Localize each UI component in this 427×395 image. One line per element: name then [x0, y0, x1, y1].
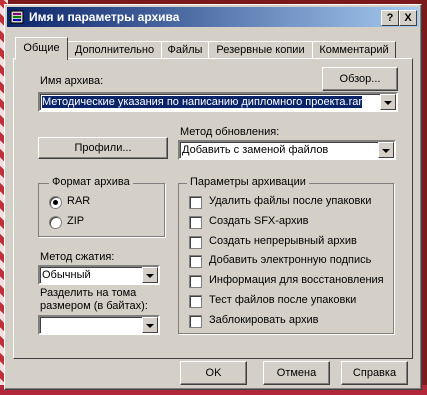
checkbox-delete-files-label: Удалить файлы после упаковки [209, 195, 372, 207]
radio-zip[interactable] [49, 216, 62, 229]
checkbox-delete-files[interactable] [189, 196, 202, 209]
chevron-down-icon[interactable] [142, 267, 158, 283]
split-size-combo[interactable] [38, 315, 160, 335]
archive-format-group: Формат архива RAR ZIP [38, 176, 165, 237]
tab-panel-general: Имя архива: Обзор... Методические указан… [13, 58, 413, 359]
checkbox-test-label: Тест файлов после упаковки [209, 294, 357, 306]
window-title: Имя и параметры архива [29, 10, 180, 24]
checkbox-sfx[interactable] [189, 216, 202, 229]
update-method-label: Метод обновления: [180, 126, 280, 138]
compression-combo[interactable]: Обычный [38, 265, 160, 285]
tab-backup[interactable]: Резервные копии [208, 41, 313, 59]
archive-format-label: Формат архива [49, 176, 133, 188]
winrar-icon [10, 10, 24, 24]
update-method-value: Добавить с заменой файлов [182, 144, 329, 156]
archive-name-combo[interactable]: Методические указания по написанию дипло… [38, 92, 398, 112]
profiles-button[interactable]: Профили... [38, 137, 168, 159]
tab-advanced[interactable]: Дополнительно [67, 41, 162, 59]
help-title-button[interactable]: ? [381, 10, 399, 26]
checkbox-lock-label: Заблокировать архив [209, 314, 319, 326]
title-bar: Имя и параметры архива ? X [7, 7, 419, 27]
archive-options-group: Параметры архивации Удалить файлы после … [178, 176, 394, 334]
checkbox-solid-label: Создать непрерывный архив [209, 235, 357, 247]
checkbox-test[interactable] [189, 295, 202, 308]
checkbox-signature[interactable] [189, 255, 202, 268]
help-button[interactable]: Справка [341, 361, 408, 385]
checkbox-lock[interactable] [189, 315, 202, 328]
tab-comment[interactable]: Комментарий [312, 41, 396, 59]
archive-name-value: Методические указания по написанию дипло… [42, 96, 363, 108]
tab-files[interactable]: Файлы [161, 41, 209, 59]
checkbox-signature-label: Добавить электронную подпись [209, 254, 372, 266]
checkbox-recovery[interactable] [189, 275, 202, 288]
compression-value: Обычный [42, 269, 91, 281]
radio-zip-label: ZIP [67, 215, 85, 227]
chevron-down-icon[interactable] [378, 142, 394, 158]
chevron-down-icon[interactable] [380, 94, 396, 110]
close-title-button[interactable]: X [399, 10, 417, 26]
compression-label: Метод сжатия: [40, 251, 115, 263]
checkbox-sfx-label: Создать SFX-архив [209, 215, 309, 227]
ok-button[interactable]: OK [180, 361, 247, 385]
archive-name-label: Имя архива: [40, 75, 104, 87]
archive-options-label: Параметры архивации [187, 176, 309, 188]
update-method-combo[interactable]: Добавить с заменой файлов [178, 140, 396, 160]
chevron-down-icon[interactable] [142, 317, 158, 333]
tab-general[interactable]: Общие [15, 37, 68, 60]
radio-rar-label: RAR [67, 195, 91, 207]
checkbox-solid[interactable] [189, 236, 202, 249]
checkbox-recovery-label: Информация для восстановления [209, 274, 384, 286]
cancel-button[interactable]: Отмена [263, 361, 330, 385]
browse-button[interactable]: Обзор... [322, 67, 398, 91]
split-label-line2: размером (в байтах): [40, 300, 148, 312]
radio-rar[interactable] [49, 196, 62, 209]
archive-dialog: Имя и параметры архива ? X Общие Дополни… [4, 4, 422, 390]
split-label-line1: Разделить на тома [40, 287, 137, 299]
